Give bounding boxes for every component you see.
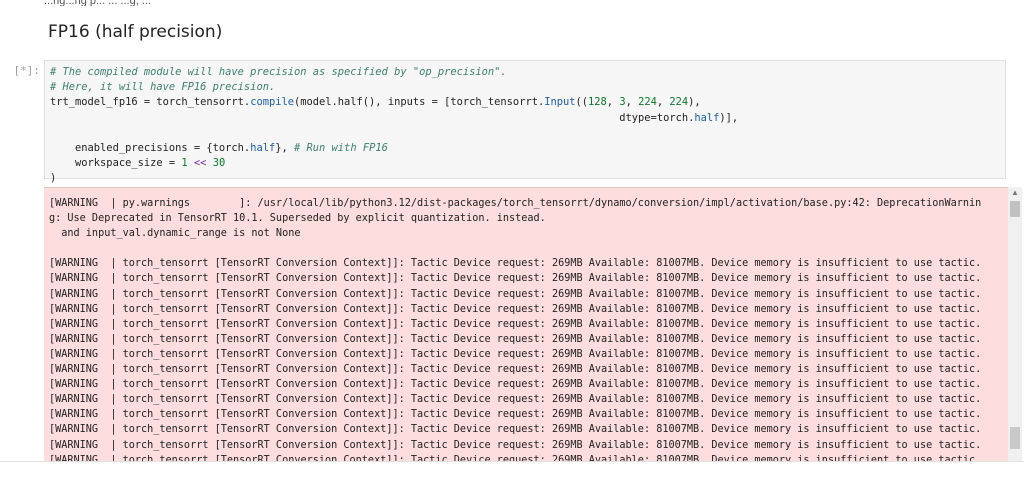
code-number: 128 (588, 96, 607, 109)
code-number: 3 (619, 96, 626, 109)
code-comment: # The compiled module will have precisio… (50, 66, 507, 78)
warning-line: g: Use Deprecated in TensorRT 10.1. Supe… (49, 213, 546, 225)
code-text: (model.half(), inputs = [torch_tensorrt. (293, 96, 545, 109)
code-function: half (694, 111, 720, 124)
warning-line: [WARNING | torch_tensorrt [TensorRT Conv… (49, 379, 982, 391)
scrollbar-track[interactable] (1010, 427, 1020, 449)
scrollbar-thumb[interactable] (1010, 201, 1020, 217)
code-text: workspace_size = (75, 157, 182, 170)
stderr-output: [WARNING | py.warnings ]: /usr/local/lib… (49, 196, 981, 461)
warning-line: [WARNING | torch_tensorrt [TensorRT Conv… (49, 333, 982, 345)
repeated-warnings: [WARNING | torch_tensorrt [TensorRT Conv… (49, 256, 981, 461)
code-comment: # Run with FP16 (294, 142, 388, 155)
warning-line: [WARNING | torch_tensorrt [TensorRT Conv… (49, 439, 982, 451)
code-text: }, (275, 142, 295, 155)
code-text: ), (688, 96, 701, 109)
code-function: Input (544, 96, 576, 109)
warning-line: [WARNING | torch_tensorrt [TensorRT Conv… (49, 303, 982, 315)
code-function: half (250, 142, 276, 155)
code-number: 224 (638, 96, 657, 109)
code-number: 1 (181, 157, 188, 170)
warning-line: [WARNING | torch_tensorrt [TensorRT Conv… (49, 454, 982, 461)
warning-line: [WARNING | torch_tensorrt [TensorRT Conv… (49, 364, 982, 376)
warning-line: [WARNING | py.warnings ]: /usr/local/lib… (49, 198, 982, 209)
section-heading: FP16 (half precision) (48, 22, 223, 42)
code-text: (( (575, 96, 589, 109)
warning-line: [WARNING | torch_tensorrt [TensorRT Conv… (49, 394, 982, 406)
code-operator: << (193, 157, 207, 170)
notebook-page: ...ng...ng p... ... ...g, ... FP16 (half… (0, 0, 1024, 479)
warning-line: and input_val.dynamic_range is not None (49, 228, 301, 240)
code-comment: # Here, it will have FP16 precision. (50, 81, 276, 94)
warning-line: [WARNING | torch_tensorrt [TensorRT Conv… (49, 409, 982, 421)
warning-line: [WARNING | torch_tensorrt [TensorRT Conv… (49, 258, 982, 270)
code-number: 30 (212, 157, 226, 170)
previous-cell-text: ...ng...ng p... ... ...g, ... (44, 0, 151, 6)
code-text: )], (719, 111, 739, 124)
code-editor[interactable]: # The compiled module will have precisio… (50, 65, 738, 187)
warning-line: [WARNING | torch_tensorrt [TensorRT Conv… (49, 318, 982, 330)
warning-line: [WARNING | torch_tensorrt [TensorRT Conv… (49, 288, 982, 300)
warning-line: [WARNING | torch_tensorrt [TensorRT Conv… (49, 348, 982, 360)
stderr-output-area[interactable]: [WARNING | py.warnings ]: /usr/local/lib… (44, 187, 1008, 461)
code-cell[interactable]: # The compiled module will have precisio… (44, 60, 1006, 184)
bottom-divider (0, 461, 1024, 479)
code-text: dtype=torch. (619, 111, 695, 124)
warning-line: [WARNING | torch_tensorrt [TensorRT Conv… (49, 424, 982, 436)
warning-line: [WARNING | torch_tensorrt [TensorRT Conv… (49, 273, 982, 285)
cell-execution-prompt: [*]: (13, 64, 41, 77)
code-text: ) (50, 172, 57, 185)
triangle-up-icon[interactable]: ▲ (1008, 187, 1022, 199)
output-scrollbar[interactable]: ▲ (1008, 187, 1022, 461)
code-number: 224 (669, 96, 689, 109)
code-function: compile (250, 96, 294, 109)
code-text: trt_model_fp16 = torch_tensorrt. (50, 96, 251, 109)
code-text: enabled_precisions = {torch. (75, 142, 251, 155)
